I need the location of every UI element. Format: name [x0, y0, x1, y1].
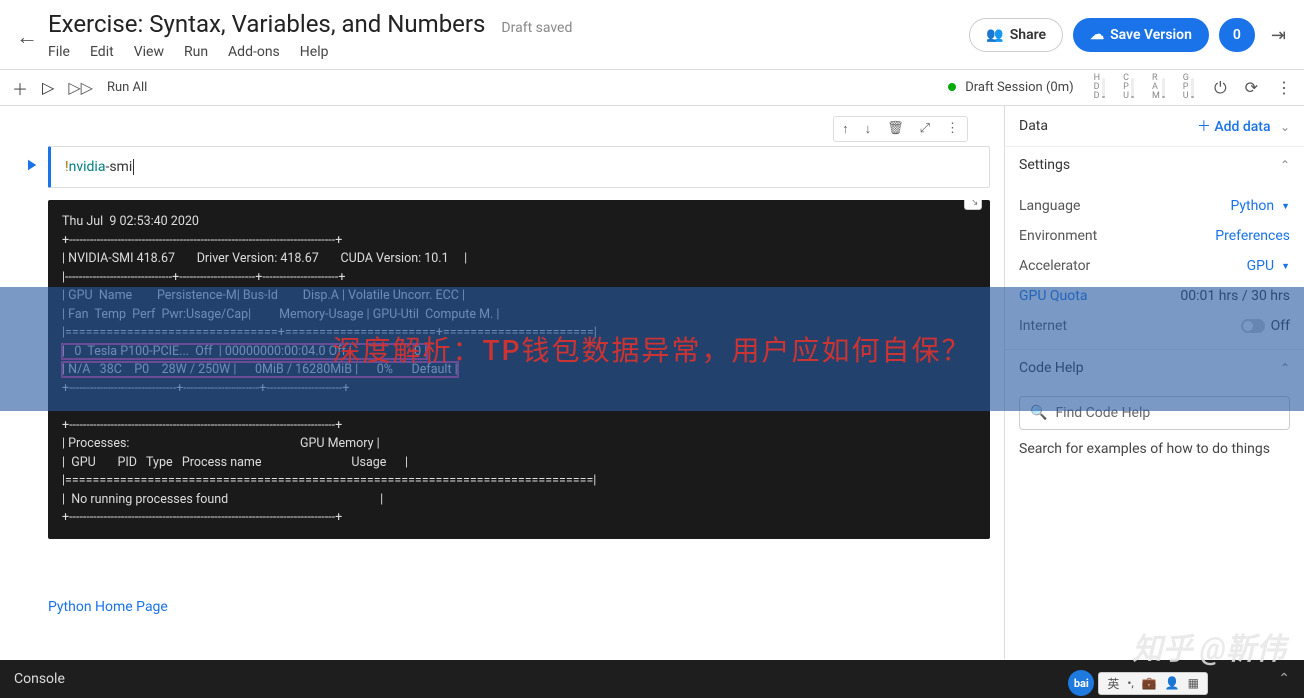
share-button[interactable]: 👥 Share [969, 18, 1063, 52]
ime-badge[interactable]: bai [1068, 670, 1094, 696]
move-cell-down-icon[interactable]: ↓ [859, 119, 878, 139]
menu-help[interactable]: Help [300, 44, 329, 60]
menu-addons[interactable]: Add-ons [228, 44, 280, 60]
internet-label: Internet [1019, 318, 1067, 334]
ime-user-icon[interactable]: 👤 [1165, 676, 1180, 690]
data-section-title: Data [1019, 118, 1048, 134]
notebook-title[interactable]: Exercise: Syntax, Variables, and Numbers [48, 10, 485, 38]
delete-cell-icon[interactable]: 🗑 [881, 119, 910, 139]
markdown-cell[interactable]: Python Home Page [48, 599, 990, 615]
save-version-button[interactable]: ☁ Save Version [1073, 18, 1209, 52]
cell-output: ⤡Thu Jul 9 02:53:40 2020 +--------------… [48, 200, 990, 539]
accelerator-select[interactable]: GPU▼ [1247, 258, 1290, 274]
run-cell-icon[interactable]: ▷ [42, 78, 54, 97]
add-cell-icon[interactable]: ＋ [12, 76, 28, 100]
gpu-meter: GPU [1183, 74, 1194, 101]
menu-file[interactable]: File [48, 44, 70, 60]
toggle-track [1241, 319, 1265, 333]
python-home-link[interactable]: Python Home Page [48, 599, 168, 615]
session-status[interactable]: Draft Session (0m) [948, 80, 1074, 95]
menu-run[interactable]: Run [184, 44, 208, 60]
code-help-description: Search for examples of how to do things [1005, 440, 1304, 474]
collapse-cell-icon[interactable]: ⤢ [914, 119, 936, 139]
collapse-output-icon[interactable]: ⤡ [964, 200, 982, 210]
cell-more-icon[interactable]: ⋮ [940, 119, 965, 139]
language-select[interactable]: Python▼ [1231, 198, 1291, 214]
code-help-placeholder: Find Code Help [1055, 405, 1150, 421]
power-icon[interactable]: ⏻ [1214, 78, 1227, 98]
settings-chevron-icon[interactable]: ⌃ [1280, 158, 1290, 172]
accelerator-label: Accelerator [1019, 258, 1090, 274]
collapse-right-panel-icon[interactable]: ⇥ [1265, 19, 1292, 52]
version-count-button[interactable]: 0 [1219, 18, 1255, 52]
run-this-cell-button[interactable] [14, 146, 48, 188]
ime-lang[interactable]: 英 [1107, 675, 1119, 692]
search-icon: 🔍 [1030, 405, 1047, 421]
console-label[interactable]: Console [14, 671, 65, 687]
share-label: Share [1010, 27, 1046, 43]
ime-briefcase-icon[interactable]: 💼 [1142, 676, 1157, 690]
menu-view[interactable]: View [134, 44, 164, 60]
code-help-chevron-icon[interactable]: ⌃ [1280, 361, 1290, 375]
hdd-meter: HDD [1094, 74, 1105, 101]
ram-meter: RAM [1152, 74, 1165, 101]
gpu-quota-label[interactable]: GPU Quota [1019, 288, 1087, 304]
cell-action-bar: ↑ ↓ 🗑 ⤢ ⋮ [833, 116, 968, 142]
console-expand-icon[interactable]: ⌃ [1278, 671, 1290, 687]
data-chevron-icon[interactable]: ⌄ [1274, 120, 1290, 134]
session-active-dot [948, 83, 956, 91]
code-help-search[interactable]: 🔍 Find Code Help [1019, 396, 1290, 430]
session-label: Draft Session (0m) [965, 80, 1073, 95]
menu-edit[interactable]: Edit [90, 44, 114, 60]
cloud-save-icon: ☁ [1090, 27, 1104, 43]
code-input[interactable]: !nvidia-smi [48, 146, 990, 188]
restart-icon[interactable]: ⟳ [1245, 78, 1258, 97]
language-label: Language [1019, 198, 1080, 214]
run-all-icon[interactable]: ▷▷ [68, 78, 93, 97]
highlighted-gpu-row: | 0 Tesla P100-PCIE... Off | 00000000:00… [62, 344, 458, 378]
ime-dot-icon[interactable]: •, [1127, 676, 1133, 690]
run-all-label[interactable]: Run All [107, 80, 147, 95]
ime-grid-icon[interactable]: ▦ [1188, 676, 1199, 690]
add-data-button[interactable]: ＋ Add data [1197, 119, 1271, 135]
ime-bar: bai 英 •, 💼 👤 ▦ [1068, 670, 1208, 696]
code-help-title: Code Help [1019, 360, 1084, 376]
back-arrow[interactable]: ← [12, 10, 48, 50]
main-menu: File Edit View Run Add-ons Help [48, 44, 969, 60]
cpu-meter: CPU [1123, 74, 1134, 101]
environment-label: Environment [1019, 228, 1097, 244]
move-cell-up-icon[interactable]: ↑ [836, 119, 855, 139]
environment-link[interactable]: Preferences [1215, 228, 1290, 244]
save-version-label: Save Version [1110, 27, 1192, 43]
people-icon: 👥 [986, 27, 1003, 43]
internet-toggle[interactable]: Off [1241, 318, 1290, 334]
save-status: Draft saved [501, 20, 572, 36]
more-icon[interactable]: ⋮ [1276, 78, 1292, 97]
settings-section-title: Settings [1019, 157, 1070, 173]
gpu-quota-value: 00:01 hrs / 30 hrs [1180, 288, 1290, 304]
